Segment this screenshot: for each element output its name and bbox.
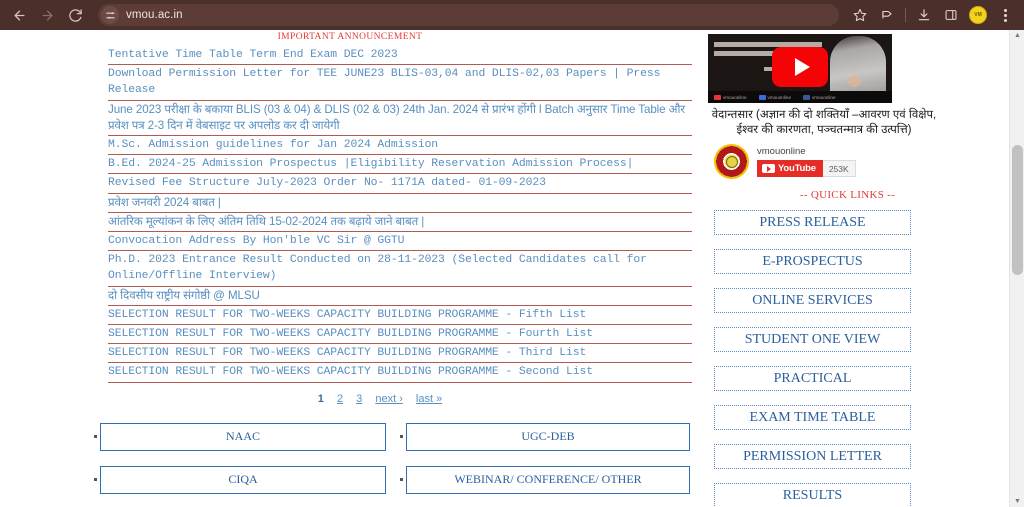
quick-link-results[interactable]: RESULTS — [714, 483, 911, 507]
announcement-item[interactable]: दो दिवसीय राष्ट्रीय संगोष्ठी @ MLSU — [108, 287, 692, 306]
announcement-item[interactable]: Revised Fee Structure July-2023 Order No… — [108, 174, 692, 194]
announcement-item[interactable]: Ph.D. 2023 Entrance Result Conducted on … — [108, 251, 692, 287]
pagination: 1 2 3 next › last » — [0, 393, 700, 405]
quick-links-heading: -- QUICK LINKS -- — [799, 189, 896, 201]
profile-avatar[interactable]: VM — [965, 2, 991, 28]
video-watermark: www.vmou.ac.in — [833, 82, 884, 89]
announcement-item[interactable]: SELECTION RESULT FOR TWO-WEEKS CAPACITY … — [108, 344, 692, 364]
announcement-item[interactable]: आंतरिक मूल्यांकन के लिए अंतिम तिथि 15-02… — [108, 213, 692, 233]
page-content: IMPORTANT ANNOUNCEMENT Tentative Time Ta… — [0, 30, 1009, 507]
youtube-chip-icon: vmouonline — [714, 94, 747, 100]
channel-meta: vmouonline YouTube 253K — [757, 146, 856, 177]
link-button-webinar-conference-other[interactable]: WEBINAR/ CONFERENCE/ OTHER — [406, 465, 690, 494]
scroll-down-arrow-icon[interactable]: ▼ — [1014, 498, 1021, 505]
twitter-chip-icon: vmouonline — [758, 94, 791, 100]
quick-link-student-one-view[interactable]: STUDENT ONE VIEW — [714, 327, 911, 352]
youtube-channel-row: vmouonline YouTube 253K — [714, 144, 1009, 179]
grid-cell: UGC-DEB — [396, 422, 700, 451]
page-scrollbar[interactable]: ▲ ▼ — [1009, 30, 1024, 507]
bullet-icon — [90, 478, 100, 482]
youtube-button-label: YouTube — [778, 163, 816, 174]
bullet-icon — [396, 478, 406, 482]
browser-toolbar: vmou.ac.in VM — [0, 0, 1024, 30]
announcement-item[interactable]: M.Sc. Admission guidelines for Jan 2024 … — [108, 136, 692, 156]
play-button-icon[interactable] — [772, 47, 828, 88]
page-viewport: IMPORTANT ANNOUNCEMENT Tentative Time Ta… — [0, 30, 1024, 507]
announcement-item[interactable]: प्रवेश जनवरी 2024 बाबत | — [108, 194, 692, 213]
quick-link-permission-letter[interactable]: PERMISSION LETTER — [714, 444, 911, 469]
toolbar-divider — [905, 8, 906, 22]
announcement-item[interactable]: Download Permission Letter for TEE JUNE2… — [108, 65, 692, 101]
back-button[interactable] — [6, 2, 32, 28]
link-button-ciqa[interactable]: CIQA — [100, 465, 386, 494]
announcement-item[interactable]: SELECTION RESULT FOR TWO-WEEKS CAPACITY … — [108, 325, 692, 345]
quick-link-exam-time-table[interactable]: EXAM TIME TABLE — [714, 405, 911, 430]
link-button-naac[interactable]: NAAC — [100, 422, 386, 451]
quick-link-press-release[interactable]: PRESS RELEASE — [714, 210, 911, 235]
side-panel-icon[interactable] — [938, 2, 964, 28]
site-settings-icon[interactable] — [101, 6, 119, 24]
announcement-item[interactable]: B.Ed. 2024-25 Admission Prospectus |Elig… — [108, 155, 692, 175]
pagination-page-2[interactable]: 2 — [337, 393, 343, 405]
quick-link-practical[interactable]: PRACTICAL — [714, 366, 911, 391]
quick-link-e-prospectus[interactable]: E-PROSPECTUS — [714, 249, 911, 274]
grid-cell: CIQA — [90, 465, 396, 494]
video-social-bar: vmouonline vmouonline vmouonline — [708, 91, 892, 103]
pagination-last[interactable]: last » — [416, 393, 442, 405]
pagination-next[interactable]: next › — [375, 393, 403, 405]
bullet-icon — [90, 435, 100, 439]
subscriber-count: 253K — [822, 160, 856, 177]
extensions-icon[interactable] — [874, 2, 900, 28]
facebook-chip-icon: vmouonline — [803, 94, 836, 100]
announcements-column: IMPORTANT ANNOUNCEMENT Tentative Time Ta… — [0, 30, 700, 507]
announcement-item[interactable]: SELECTION RESULT FOR TWO-WEEKS CAPACITY … — [108, 363, 692, 383]
bookmark-star-icon[interactable] — [847, 2, 873, 28]
announcement-item[interactable]: June 2023 परीक्षा के बकाया BLIS (03 & 04… — [108, 101, 692, 137]
sidebar: www.vmou.ac.in vmouonline vmouonline vmo… — [700, 30, 1009, 507]
scrollbar-thumb[interactable] — [1012, 145, 1023, 275]
address-bar-url: vmou.ac.in — [126, 9, 183, 21]
university-logo-icon — [714, 144, 749, 179]
youtube-subscribe-button[interactable]: YouTube — [757, 160, 823, 177]
channel-name: vmouonline — [757, 146, 806, 157]
quick-link-online-services[interactable]: ONLINE SERVICES — [714, 288, 911, 313]
youtube-subscribe-widget[interactable]: YouTube 253K — [757, 160, 856, 177]
pagination-current-page: 1 — [317, 392, 324, 405]
quick-button-grid: NAAC UGC-DEB CIQA WEBINAR/ CONFERENCE/ O… — [90, 422, 700, 507]
announcement-item[interactable]: SELECTION RESULT FOR TWO-WEEKS CAPACITY … — [108, 306, 692, 326]
grid-cell: WEBINAR/ CONFERENCE/ OTHER — [396, 465, 700, 494]
toolbar-actions: VM — [847, 2, 1018, 28]
bullet-icon — [396, 435, 406, 439]
link-button-ugc-deb[interactable]: UGC-DEB — [406, 422, 690, 451]
reload-button[interactable] — [62, 2, 88, 28]
kebab-dots — [1003, 8, 1007, 22]
announcement-list: Tentative Time Table Term End Exam DEC 2… — [108, 46, 692, 383]
announcement-item[interactable]: Convocation Address By Hon'ble VC Sir @ … — [108, 232, 692, 252]
pagination-page-3[interactable]: 3 — [356, 393, 362, 405]
downloads-icon[interactable] — [911, 2, 937, 28]
quick-links-list: PRESS RELEASE E-PROSPECTUS ONLINE SERVIC… — [714, 210, 911, 507]
announcement-item[interactable]: Tentative Time Table Term End Exam DEC 2… — [108, 46, 692, 66]
video-caption-text: वेदान्तसार (अज्ञान की दो शक्तियाँ –आवरण … — [711, 109, 937, 136]
announcement-heading: IMPORTANT ANNOUNCEMENT — [277, 32, 423, 42]
chrome-menu-icon[interactable] — [992, 2, 1018, 28]
avatar: VM — [969, 6, 987, 24]
youtube-play-icon — [762, 164, 775, 173]
scroll-up-arrow-icon[interactable]: ▲ — [1014, 32, 1021, 39]
forward-button[interactable] — [34, 2, 60, 28]
youtube-video-thumbnail[interactable]: www.vmou.ac.in vmouonline vmouonline vmo… — [708, 34, 892, 103]
grid-cell: NAAC — [90, 422, 396, 451]
address-bar[interactable]: vmou.ac.in — [98, 4, 839, 26]
